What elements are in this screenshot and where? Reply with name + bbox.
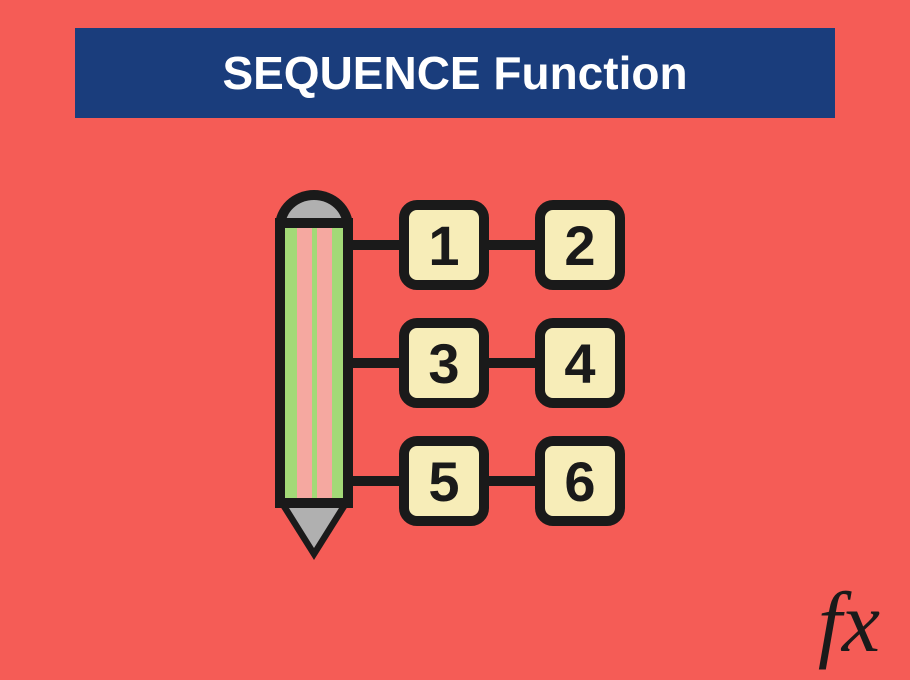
sequence-value: 2 <box>564 213 595 278</box>
pencil-icon <box>275 190 353 570</box>
connector <box>483 358 543 368</box>
connector <box>345 240 405 250</box>
connector <box>483 240 543 250</box>
fx-icon: fx <box>818 572 880 672</box>
pencil-stripe <box>297 228 312 498</box>
title-banner: SEQUENCE Function <box>75 28 835 118</box>
sequence-illustration: 1 2 3 4 5 6 <box>265 190 645 570</box>
sequence-value: 4 <box>564 331 595 396</box>
sequence-value: 5 <box>428 449 459 514</box>
sequence-value: 6 <box>564 449 595 514</box>
connector <box>345 358 405 368</box>
sequence-value: 3 <box>428 331 459 396</box>
sequence-box-5: 5 <box>399 436 489 526</box>
sequence-box-3: 3 <box>399 318 489 408</box>
pencil-stripe <box>317 228 332 498</box>
sequence-box-2: 2 <box>535 200 625 290</box>
sequence-value: 1 <box>428 213 459 278</box>
connector <box>345 476 405 486</box>
connector <box>483 476 543 486</box>
sequence-box-4: 4 <box>535 318 625 408</box>
pencil-body <box>275 218 353 508</box>
page-title: SEQUENCE Function <box>222 46 687 100</box>
sequence-box-6: 6 <box>535 436 625 526</box>
pencil-tip <box>289 508 339 548</box>
sequence-box-1: 1 <box>399 200 489 290</box>
